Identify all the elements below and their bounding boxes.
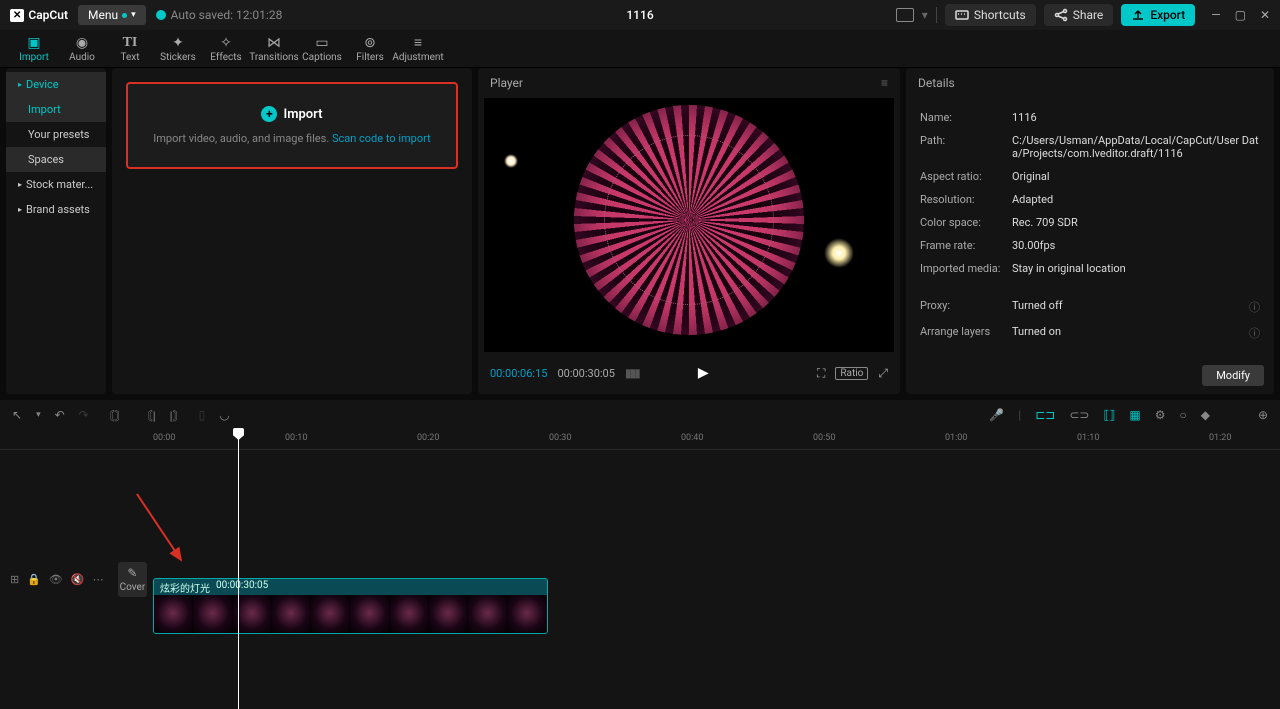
timeline-clip[interactable]: 炫彩的灯光00:00:30:05 [153,578,548,634]
playhead[interactable] [238,430,239,709]
tab-transitions[interactable]: ⋈Transitions [250,33,298,65]
pointer-icon[interactable]: ↖ [12,408,22,422]
plus-icon: + [261,106,277,122]
levels-icon[interactable]: ▮▮▮ [625,366,639,380]
split-left-icon[interactable]: 〘| [141,407,156,424]
track-header: ⊞ 🔒 👁 🔇 ⋯ ✎ Cover [0,450,110,709]
menu-button[interactable]: Menu [78,5,146,25]
lock-icon[interactable]: 🔒 [27,573,41,586]
chevron-down-icon[interactable]: ▾ [36,410,41,420]
effects-icon: ✧ [220,35,232,51]
circle-icon[interactable]: ○ [1179,408,1186,422]
hamburger-icon[interactable]: ≡ [881,76,888,90]
audio-icon: ◉ [76,35,88,51]
sidebar-item-device[interactable]: Device [6,72,106,97]
stickers-icon: ✦ [172,35,184,51]
layout-icon[interactable] [896,8,914,22]
captions-icon: ▭ [315,35,328,51]
tab-stickers[interactable]: ✦Stickers [154,33,202,65]
text-icon: TI [123,35,138,51]
redo-icon[interactable]: ↷ [79,408,89,422]
pencil-icon: ✎ [127,566,137,580]
zoom-fit-icon[interactable]: ⊕ [1258,408,1268,422]
tab-filters[interactable]: ⊚Filters [346,33,394,65]
player-title: Player [490,76,523,90]
timeline[interactable]: 00:00 00:10 00:20 00:30 00:40 00:50 01:0… [0,430,1280,709]
split-right-icon[interactable]: |〙 [170,407,185,424]
tab-import[interactable]: ▣Import [10,33,58,65]
snap-icon[interactable]: ⟦⟧ [1103,408,1115,422]
magnet-icon[interactable]: ⊏⊐ [1035,408,1055,422]
share-button[interactable]: Share [1044,4,1114,26]
toggle-icon[interactable]: ⊞ [10,573,19,586]
sidebar-item-spaces[interactable]: Spaces [6,147,106,172]
ratio-button[interactable]: Ratio [835,367,868,380]
eye-icon[interactable]: 👁 [49,573,63,586]
autosave-status: Auto saved: 12:01:28 [156,8,283,22]
fullscreen-icon[interactable]: ⤢ [878,366,888,381]
split-icon[interactable]: 〘〙 [103,407,127,424]
export-icon [1131,8,1145,22]
time-current: 00:00:06:15 [490,367,547,380]
tab-captions[interactable]: ▭Captions [298,33,346,65]
maximize-icon[interactable]: ▢ [1235,8,1246,22]
titlebar: CapCut Menu Auto saved: 12:01:28 1116 ▾ … [0,0,1280,30]
sidebar-item-import[interactable]: Import [6,97,106,122]
info-icon[interactable]: ⓘ [1249,325,1260,341]
tag-icon[interactable]: ◆ [1201,408,1210,422]
sidebar-item-stock[interactable]: Stock mater... [6,172,106,197]
share-icon [1054,8,1068,22]
export-button[interactable]: Export [1121,4,1195,26]
project-title: 1116 [626,8,653,22]
cover-button[interactable]: ✎ Cover [118,562,148,597]
settings-icon[interactable]: ⚙ [1155,408,1166,422]
play-button[interactable]: ▶ [698,365,709,381]
tab-audio[interactable]: ◉Audio [58,33,106,65]
close-icon[interactable]: ✕ [1260,8,1270,22]
delete-icon[interactable]: ▯ [199,408,206,422]
filters-icon: ⊚ [364,35,376,51]
timeline-ruler[interactable]: 00:00 00:10 00:20 00:30 00:40 00:50 01:0… [0,430,1280,450]
import-dropzone[interactable]: +Import Import video, audio, and image f… [126,82,458,169]
marker-icon[interactable]: ◡ [219,408,229,422]
scale-icon[interactable]: ⛶ [817,366,825,381]
details-panel: Details Name:1116 Path:C:/Users/Usman/Ap… [906,68,1274,394]
link-icon[interactable]: ⊂⊃ [1069,408,1089,422]
info-icon[interactable]: ⓘ [1249,299,1260,315]
sidebar-item-brand[interactable]: Brand assets [6,197,106,222]
transitions-icon: ⋈ [267,35,281,51]
app-logo: CapCut [10,8,68,22]
mute-icon[interactable]: 🔇 [71,573,85,586]
preview-icon[interactable]: ▦ [1129,408,1140,422]
more-icon[interactable]: ⋯ [93,573,104,586]
tab-text[interactable]: TIText [106,33,154,65]
scan-code-link[interactable]: Scan code to import [332,132,431,145]
tab-effects[interactable]: ✧Effects [202,33,250,65]
time-duration: 00:00:30:05 [557,367,614,380]
mic-icon[interactable]: 🎤 [989,408,1004,422]
media-sidebar: Device Import Your presets Spaces Stock … [6,68,106,394]
minimize-icon[interactable]: — [1211,8,1220,22]
adjustment-icon: ≡ [414,35,422,51]
import-icon: ▣ [27,35,40,51]
undo-icon[interactable]: ↶ [55,408,65,422]
video-preview[interactable] [484,98,894,352]
media-panel: +Import Import video, audio, and image f… [112,68,472,394]
modify-button[interactable]: Modify [1202,365,1264,386]
player-panel: Player≡ 00:00:06:15 00:00:30:05 ▮▮▮ ▶ ⛶ … [478,68,900,394]
tab-adjustment[interactable]: ≡Adjustment [394,33,442,65]
annotation-arrow [133,490,193,570]
shortcuts-button[interactable]: Shortcuts [945,4,1036,26]
tool-tabs: ▣Import ◉Audio TIText ✦Stickers ✧Effects… [0,30,1280,68]
details-title: Details [918,76,955,90]
keyboard-icon [955,8,969,22]
timeline-toolbar: ↖ ▾ ↶ ↷ 〘〙 〘| |〙 ▯ ◡ 🎤 | ⊏⊐ ⊂⊃ ⟦⟧ ▦ ⚙ ○ … [0,400,1280,430]
sidebar-item-presets[interactable]: Your presets [6,122,106,147]
